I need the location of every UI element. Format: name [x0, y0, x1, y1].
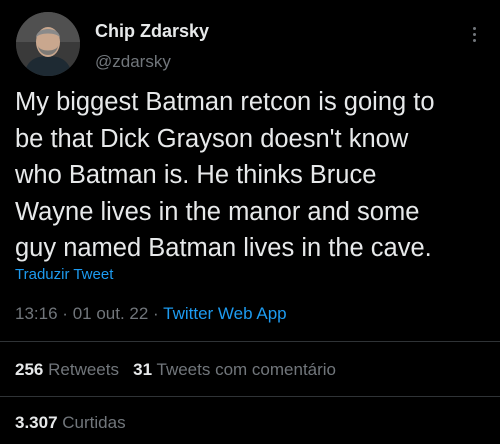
tweet-meta: 13:16 · 01 out. 22 · Twitter Web App	[15, 304, 287, 324]
tweet-time[interactable]: 13:16	[15, 304, 58, 323]
retweets-count: 256	[15, 360, 44, 379]
meta-separator: ·	[62, 304, 68, 323]
tweet-date[interactable]: 01 out. 22	[73, 304, 149, 323]
tweet-text-line: be that Dick Grayson doesn't know	[15, 124, 409, 153]
avatar[interactable]	[16, 12, 80, 76]
likes-stat[interactable]: 3.307 Curtidas	[15, 413, 126, 432]
tweet-text-line: guy named Batman lives in the cave.	[15, 234, 432, 262]
quotes-label: Tweets com comentário	[156, 360, 337, 379]
tweet-text: My biggest Batman retcon is going to be …	[15, 84, 491, 267]
quote-tweets-stat[interactable]: 31 Tweets com comentário	[133, 360, 336, 379]
tweet-text-line: My biggest Batman retcon is going to	[15, 88, 435, 116]
divider	[0, 396, 500, 397]
quotes-count: 31	[133, 360, 153, 379]
retweets-label: Retweets	[48, 360, 119, 379]
author-name[interactable]: Chip Zdarsky	[95, 21, 209, 42]
meta-separator: ·	[153, 304, 159, 323]
author-handle[interactable]: @zdarsky	[95, 52, 171, 72]
retweets-stat[interactable]: 256 Retweets	[15, 360, 119, 379]
person-avatar-icon	[16, 12, 80, 76]
likes-label: Curtidas	[62, 413, 126, 432]
tweet-text-line: who Batman is. He thinks Bruce	[15, 161, 377, 189]
translate-tweet-link[interactable]: Traduzir Tweet	[15, 266, 113, 283]
more-options-icon[interactable]	[466, 22, 482, 46]
source-app-link[interactable]: Twitter Web App	[163, 304, 286, 323]
likes-count: 3.307	[15, 413, 58, 432]
tweet-text-line: Wayne lives in the manor and some	[15, 197, 420, 226]
likes-stats: 3.307 Curtidas	[15, 413, 126, 433]
divider	[0, 341, 500, 342]
engagement-stats: 256 Retweets 31 Tweets com comentário	[15, 360, 336, 380]
